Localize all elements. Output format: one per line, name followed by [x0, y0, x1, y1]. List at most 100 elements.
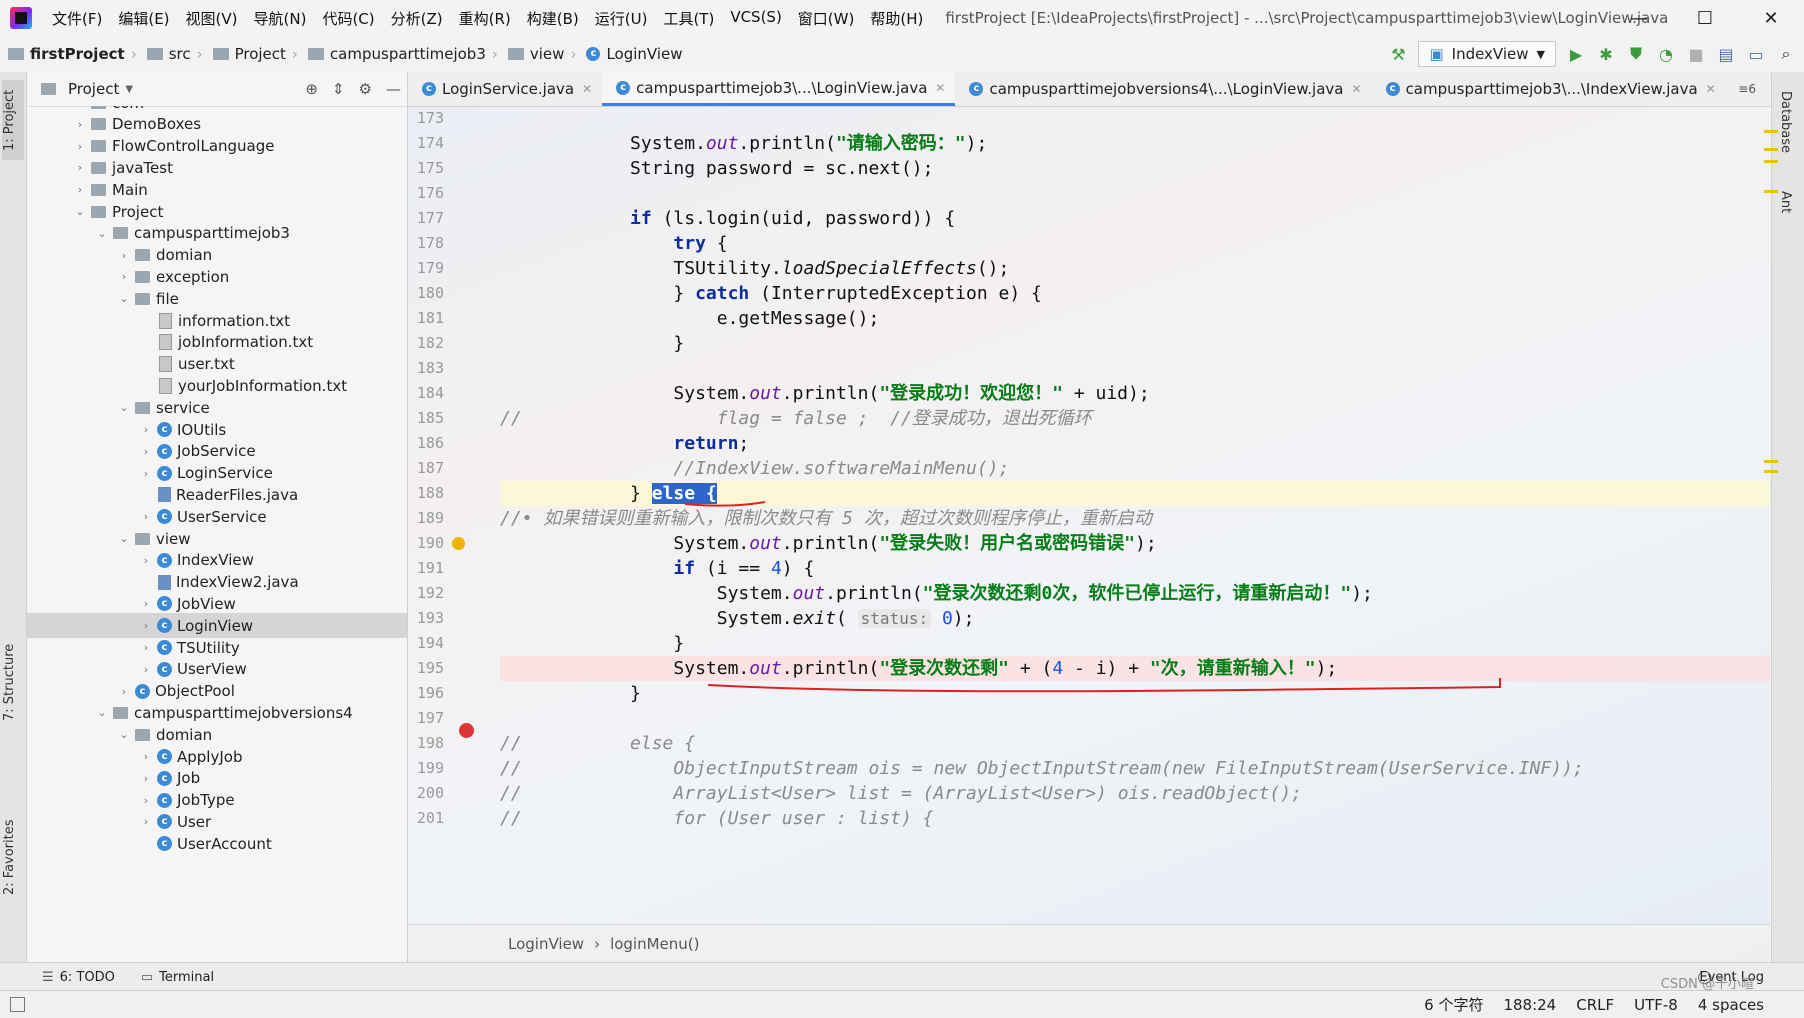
- line-number[interactable]: 176: [408, 181, 444, 206]
- file-encoding[interactable]: UTF-8: [1634, 996, 1678, 1014]
- code-line[interactable]: } catch (InterruptedException e) {: [500, 281, 1041, 306]
- menu-item[interactable]: 文件(F): [44, 8, 110, 29]
- chevron-down-icon[interactable]: ⌄: [95, 227, 109, 240]
- run-configuration-select[interactable]: ▣ IndexView ▼: [1418, 41, 1556, 67]
- profile-icon[interactable]: ◔: [1656, 44, 1676, 64]
- menu-item[interactable]: 帮助(H): [862, 8, 931, 29]
- build-hammer-icon[interactable]: ⚒: [1388, 44, 1408, 64]
- chevron-right-icon[interactable]: ›: [73, 161, 87, 174]
- code-line[interactable]: //• 如果错误则重新输入，限制次数只有 5 次，超过次数则程序停止，重新启动: [500, 506, 1152, 531]
- editor-breadcrumb-item[interactable]: LoginView: [508, 935, 584, 953]
- line-number[interactable]: 195: [408, 656, 444, 681]
- line-number[interactable]: 182: [408, 331, 444, 356]
- line-number[interactable]: 191: [408, 556, 444, 581]
- code-line[interactable]: System.out.println("登录成功！欢迎您！" + uid);: [500, 381, 1149, 406]
- chevron-right-icon[interactable]: ›: [139, 619, 153, 632]
- chevron-down-icon[interactable]: ▼: [125, 84, 133, 95]
- line-number[interactable]: 185: [408, 406, 444, 431]
- gear-icon[interactable]: ⚙: [359, 80, 372, 98]
- chevron-down-icon[interactable]: ⌄: [117, 532, 131, 545]
- chevron-right-icon[interactable]: ›: [117, 249, 131, 262]
- line-number[interactable]: 178: [408, 231, 444, 256]
- tab-overflow-button[interactable]: ≡6: [1738, 82, 1756, 96]
- chevron-right-icon[interactable]: ›: [117, 685, 131, 698]
- chevron-down-icon[interactable]: ⌄: [73, 205, 87, 218]
- error-stripe-marker[interactable]: [1764, 148, 1778, 151]
- todo-tab[interactable]: 6: TODO: [60, 970, 115, 985]
- tool-tab-project[interactable]: 1: Project: [2, 80, 24, 160]
- line-number[interactable]: 184: [408, 381, 444, 406]
- code-line[interactable]: if (i == 4) {: [500, 556, 814, 581]
- locate-icon[interactable]: ⊕: [305, 80, 318, 98]
- line-number[interactable]: 198: [408, 731, 444, 756]
- tool-tab-database[interactable]: Database: [1778, 82, 1800, 162]
- code-line[interactable]: if (ls.login(uid, password)) {: [500, 206, 955, 231]
- breadcrumb-item[interactable]: › src: [125, 45, 191, 63]
- line-number[interactable]: 199: [408, 756, 444, 781]
- line-number[interactable]: 200: [408, 781, 444, 806]
- menu-item[interactable]: VCS(S): [722, 8, 789, 29]
- chevron-right-icon[interactable]: ›: [139, 597, 153, 610]
- close-tab-icon[interactable]: ✕: [1706, 82, 1716, 96]
- line-number[interactable]: 188: [408, 481, 444, 506]
- code-line[interactable]: }: [500, 681, 641, 706]
- line-number[interactable]: 174: [408, 131, 444, 156]
- debug-icon[interactable]: ✱: [1596, 44, 1616, 64]
- minimize-button[interactable]: —: [1606, 0, 1672, 36]
- editor-tab[interactable]: c LoginService.java ✕: [408, 72, 602, 106]
- tool-tab-favorites[interactable]: 2: Favorites: [2, 812, 24, 902]
- chevron-down-icon[interactable]: ⌄: [95, 706, 109, 719]
- error-stripe-marker[interactable]: [1764, 160, 1778, 163]
- error-stripe-marker[interactable]: [1764, 130, 1778, 133]
- menu-item[interactable]: 视图(V): [178, 8, 246, 29]
- coverage-icon[interactable]: ⛊: [1626, 44, 1646, 64]
- chevron-right-icon[interactable]: ›: [139, 750, 153, 763]
- editor-tab[interactable]: c campusparttimejob3\...\LoginView.java ✕: [602, 72, 956, 106]
- menu-item[interactable]: 工具(T): [655, 8, 722, 29]
- chevron-right-icon[interactable]: ›: [139, 794, 153, 807]
- code-line[interactable]: e.getMessage();: [500, 306, 880, 331]
- code-line[interactable]: System.out.println("请输入密码：");: [500, 131, 987, 156]
- line-separator[interactable]: CRLF: [1576, 996, 1614, 1014]
- chevron-right-icon[interactable]: ›: [139, 445, 153, 458]
- close-tab-icon[interactable]: ✕: [1352, 82, 1362, 96]
- line-number[interactable]: 197: [408, 706, 444, 731]
- code-line[interactable]: // else {: [500, 731, 695, 756]
- line-number[interactable]: 187: [408, 456, 444, 481]
- line-number[interactable]: 175: [408, 156, 444, 181]
- close-button[interactable]: ✕: [1738, 0, 1804, 36]
- menu-item[interactable]: 窗口(W): [790, 8, 863, 29]
- chevron-right-icon[interactable]: ›: [139, 663, 153, 676]
- line-number[interactable]: 192: [408, 581, 444, 606]
- caret-position[interactable]: 188:24: [1503, 996, 1556, 1014]
- close-tab-icon[interactable]: ✕: [582, 82, 592, 96]
- close-tab-icon[interactable]: ✕: [935, 81, 945, 95]
- chevron-down-icon[interactable]: ⌄: [117, 292, 131, 305]
- editor-gutter[interactable]: 173 174 175 176 177 178 179 180 181 182 183 184 185 1…: [408, 106, 498, 924]
- chevron-right-icon[interactable]: ›: [139, 641, 153, 654]
- code-line[interactable]: } else {: [500, 481, 717, 506]
- editor-breadcrumb-item[interactable]: loginMenu(): [610, 935, 699, 953]
- error-stripe-marker[interactable]: [1764, 190, 1778, 193]
- layout-icon[interactable]: ▭: [1746, 44, 1766, 64]
- terminal-tab[interactable]: Terminal: [159, 970, 214, 985]
- code-line[interactable]: return;: [500, 431, 749, 456]
- menu-item[interactable]: 分析(Z): [383, 8, 451, 29]
- code-line[interactable]: }: [500, 331, 684, 356]
- code-line[interactable]: // ObjectInputStream ois = new ObjectInp…: [500, 756, 1584, 781]
- code-line[interactable]: System.exit( status: 0);: [500, 606, 975, 631]
- code-line[interactable]: // ArrayList<User> list = (ArrayList<Use…: [500, 781, 1302, 806]
- code-line[interactable]: System.out.println("登录次数还剩" + (4 - i) + …: [500, 656, 1337, 681]
- line-number[interactable]: 190: [408, 531, 444, 556]
- menu-item[interactable]: 代码(C): [314, 8, 382, 29]
- editor-tab[interactable]: c campusparttimejob3\...\IndexView.java ✕: [1372, 72, 1726, 106]
- breadcrumb-item[interactable]: › campusparttimejob3: [286, 45, 486, 63]
- chevron-right-icon[interactable]: ›: [139, 554, 153, 567]
- line-number[interactable]: 196: [408, 681, 444, 706]
- chevron-down-icon[interactable]: ⌄: [117, 728, 131, 741]
- breadcrumb-item[interactable]: › c LoginView: [564, 45, 682, 63]
- code-line[interactable]: // for (User user : list) {: [500, 806, 933, 831]
- tool-tab-structure[interactable]: 7: Structure: [2, 637, 24, 727]
- chevron-right-icon[interactable]: ›: [139, 772, 153, 785]
- chevron-right-icon[interactable]: ›: [139, 423, 153, 436]
